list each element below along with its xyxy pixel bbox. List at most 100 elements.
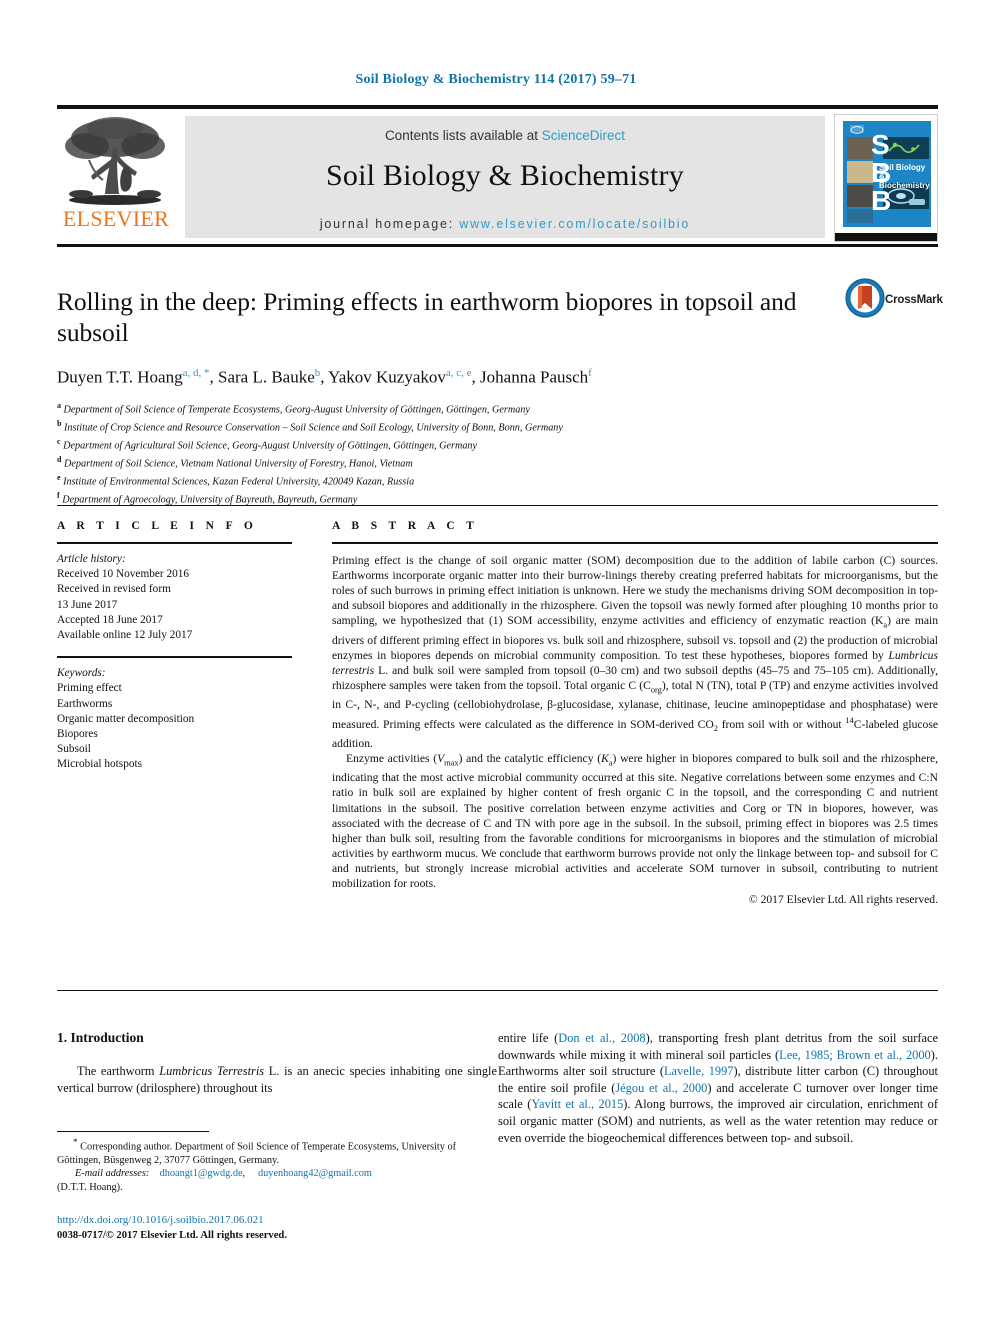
email-link-secondary[interactable]: duyenhoang42@gmail.com — [258, 1168, 372, 1179]
author-separator: , — [320, 367, 329, 387]
body-text-run: The earthworm — [77, 1064, 160, 1078]
keyword-item: Biopores — [57, 728, 98, 741]
author-name: Sara L. Bauke — [217, 367, 315, 387]
affiliation-text: Department of Soil Science of Temperate … — [63, 404, 530, 416]
affiliation-mark: b — [57, 418, 62, 428]
doi-link[interactable]: http://dx.doi.org/10.1016/j.soilbio.2017… — [57, 1213, 557, 1228]
crossmark-badge[interactable]: CrossMark — [845, 278, 943, 328]
section-heading-introduction: 1. Introduction — [57, 1030, 144, 1045]
footnote-block: * Corresponding author. Department of So… — [57, 1136, 497, 1194]
keyword-item: Microbial hotspots — [57, 758, 143, 771]
email-owner: (D.T.T. Hoang). — [57, 1181, 123, 1193]
cover-letter-b2: B — [871, 185, 892, 216]
affiliation-text: Department of Agroecology, University of… — [62, 493, 358, 505]
article-info-rule — [57, 542, 292, 544]
article-info-heading: A R T I C L E I N F O — [57, 520, 258, 532]
contents-prefix: Contents lists available at — [384, 128, 542, 143]
doi-footer: http://dx.doi.org/10.1016/j.soilbio.2017… — [57, 1213, 557, 1243]
contents-available-line: Contents lists available at ScienceDirec… — [185, 116, 825, 143]
author-affiliation-marks[interactable]: f — [588, 367, 592, 379]
affiliation-mark: d — [57, 454, 62, 464]
running-head: Soil Biology & Biochemistry 114 (2017) 5… — [355, 72, 637, 87]
email-link-primary[interactable]: dhoangt1@gwdg.de — [160, 1168, 243, 1179]
citation-link[interactable]: Jégou et al., 2000 — [615, 1081, 707, 1095]
author-affiliation-marks[interactable]: a, d, * — [183, 367, 210, 379]
abstract-text-run: from soil with or without — [717, 717, 846, 731]
affiliation-mark: e — [57, 472, 61, 482]
abstract-text-run: Enzyme activities ( — [346, 751, 438, 765]
abstract-superscript: 14 — [845, 715, 854, 725]
email-label: E-mail addresses: — [75, 1168, 150, 1180]
abstract-copyright: © 2017 Elsevier Ltd. All rights reserved… — [748, 893, 938, 907]
article-history-item: Received in revised form — [57, 583, 171, 596]
asterisk-icon: * — [73, 1137, 78, 1147]
abstract-text-run: ) were higher in biopores compared to bu… — [332, 751, 938, 890]
journal-article-page: Soil Biology & Biochemistry 114 (2017) 5… — [0, 0, 992, 1323]
affiliation-mark: a — [57, 400, 61, 410]
email-separator: , — [242, 1168, 248, 1180]
crossmark-label: CrossMark — [885, 294, 943, 306]
homepage-prefix: journal homepage: — [319, 217, 460, 231]
abstract-section-divider — [57, 990, 938, 991]
email-note: E-mail addresses: dhoangt1@gwdg.de, duye… — [57, 1167, 497, 1180]
info-section-divider — [57, 505, 938, 506]
body-text-run: entire life ( — [498, 1031, 559, 1045]
introduction-paragraph-right: entire life (Don et al., 2008), transpor… — [498, 1030, 938, 1146]
affiliation-item: c Department of Agricultural Soil Scienc… — [57, 435, 847, 453]
author-name: Johanna Pausch — [480, 367, 589, 387]
keywords-rule — [57, 656, 292, 659]
keywords-block: Keywords: Priming effect Earthworms Orga… — [57, 666, 292, 772]
citation-link[interactable]: Lavelle, 1997 — [664, 1064, 734, 1078]
abstract-symbol: K — [601, 751, 609, 765]
affiliation-text: Institute of Crop Science and Resource C… — [64, 422, 563, 434]
cover-elsevier-mark — [849, 125, 865, 135]
author-separator: , — [209, 367, 218, 387]
affiliation-item: f Department of Agroecology, University … — [57, 489, 847, 507]
footnote-divider — [57, 1131, 209, 1132]
author-affiliation-marks[interactable]: a, c, e — [446, 367, 472, 379]
keyword-item: Earthworms — [57, 697, 113, 710]
affiliation-item: d Department of Soil Science, Vietnam Na… — [57, 453, 847, 471]
keyword-item: Organic matter decomposition — [57, 712, 195, 725]
page-title: Rolling in the deep: Priming effects in … — [57, 287, 797, 347]
author-list: Duyen T.T. Hoanga, d, *, Sara L. Baukeb,… — [57, 362, 847, 389]
journal-cover-thumbnail: S B B Soil Biology & Biochemistry — [834, 114, 938, 242]
elsevier-wordmark: ELSEVIER — [62, 206, 170, 231]
abstract-section: A B S T R A C T Priming effect is the ch… — [332, 520, 938, 906]
author-name: Duyen T.T. Hoang — [57, 367, 183, 387]
introduction-right-column: entire life (Don et al., 2008), transpor… — [498, 1030, 938, 1146]
article-history-item: Received 10 November 2016 — [57, 568, 190, 581]
affiliation-text: Department of Soil Science, Vietnam Nati… — [64, 458, 413, 469]
affiliation-item: a Department of Soil Science of Temperat… — [57, 399, 847, 417]
keyword-item: Subsoil — [57, 743, 91, 756]
article-history-block: Article history: Received 10 November 20… — [57, 552, 292, 643]
abstract-text-run: ) and the catalytic efficiency ( — [458, 751, 602, 765]
citation-link[interactable]: Lee, 1985; Brown et al., 2000 — [779, 1048, 931, 1062]
abstract-paragraph-1: Priming effect is the change of soil org… — [332, 553, 938, 751]
abstract-rule — [332, 542, 938, 544]
author-separator: , — [471, 367, 481, 387]
corresponding-author-text: Corresponding author. Department of Soil… — [57, 1141, 457, 1166]
article-header: Rolling in the deep: Priming effects in … — [57, 286, 847, 507]
journal-homepage-link[interactable]: www.elsevier.com/locate/soilbio — [459, 217, 690, 231]
affiliation-list: a Department of Soil Science of Temperat… — [57, 399, 847, 507]
affiliation-text: Institute of Environmental Sciences, Kaz… — [63, 475, 415, 487]
abstract-subscript: org — [650, 685, 662, 695]
elsevier-logo: ELSEVIER — [57, 114, 175, 242]
abstract-text-run: Priming effect is the change of soil org… — [332, 554, 938, 628]
article-history-item: 13 June 2017 — [57, 598, 118, 611]
citation-link[interactable]: Yavitt et al., 2015 — [531, 1097, 623, 1111]
citation-link[interactable]: Don et al., 2008 — [558, 1031, 645, 1045]
cover-journal-title: Soil Biology & Biochemistry — [879, 163, 930, 190]
sciencedirect-link[interactable]: ScienceDirect — [542, 128, 625, 143]
journal-homepage-line: journal homepage: www.elsevier.com/locat… — [185, 193, 825, 231]
author-name: Yakov Kuzyakov — [328, 367, 446, 387]
keyword-item: Priming effect — [57, 682, 122, 695]
crossmark-icon[interactable] — [845, 278, 885, 318]
abstract-subscript: max — [444, 758, 459, 768]
journal-masthead: ELSEVIER Contents lists available at Sci… — [57, 105, 938, 247]
affiliation-mark: c — [57, 436, 61, 446]
affiliation-text: Department of Agricultural Soil Science,… — [63, 440, 478, 452]
affiliation-item: b Institute of Crop Science and Resource… — [57, 417, 847, 435]
masthead-top-rule — [57, 105, 938, 109]
